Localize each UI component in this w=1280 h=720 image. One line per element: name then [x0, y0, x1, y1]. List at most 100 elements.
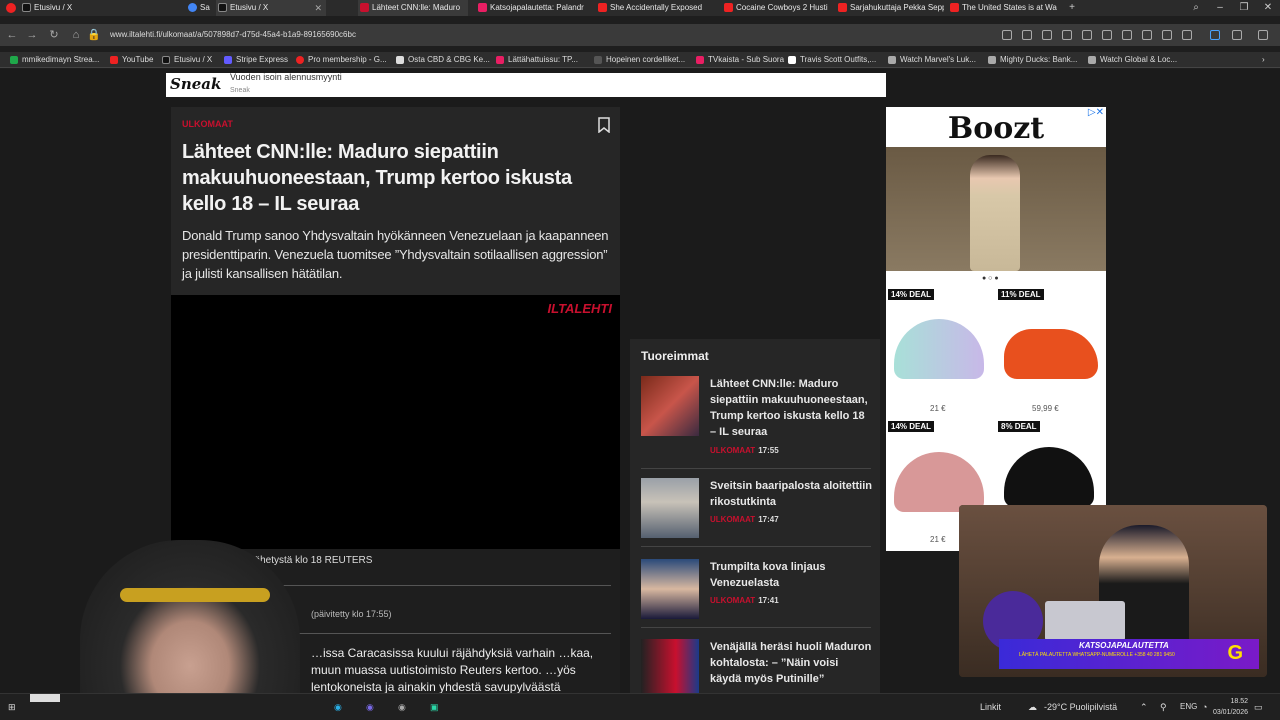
bookmark-3[interactable]: Stripe Express	[224, 52, 288, 68]
close-tab-icon[interactable]: ✕	[314, 0, 322, 16]
top-banner-ad[interactable]: Sneak Vuoden isoin alennusmyynti Sneak	[166, 73, 886, 97]
latest-item[interactable]: Venäjällä heräsi huoli Maduron kohtalost…	[641, 639, 871, 693]
bookmark-12[interactable]: Watch Global & Loc...	[1088, 52, 1177, 68]
minimize-icon[interactable]: –	[1208, 0, 1232, 16]
bookmark-0[interactable]: mmikedimayn Strea...	[10, 52, 99, 68]
search-bar[interactable]	[30, 694, 60, 702]
bookmark-label: Pro membership - G...	[308, 55, 387, 64]
weather-icon[interactable]: ☁	[1028, 700, 1037, 714]
bookmark-icon[interactable]	[598, 117, 610, 133]
pink-cap-product-image[interactable]	[894, 452, 984, 512]
app-icon[interactable]: ◉	[398, 700, 406, 714]
bookmarks-overflow-icon[interactable]: ›	[1262, 52, 1265, 68]
latest-item[interactable]: Sveitsin baaripalosta aloitettiin rikost…	[641, 478, 872, 554]
notification-icon[interactable]: ▭	[1254, 700, 1263, 714]
extension-icon[interactable]	[1062, 30, 1072, 40]
forward-icon[interactable]: →	[24, 28, 40, 42]
bookmark-label: Mighty Ducks: Bank...	[1000, 55, 1078, 64]
video-player[interactable]: ILTALEHTI	[171, 295, 620, 549]
banner-sub: Sneak	[230, 87, 250, 94]
bookmark-8[interactable]: TVkaista - Sub Suora	[696, 52, 784, 68]
bookmark-9[interactable]: Travis Scott Outfits,...	[788, 52, 876, 68]
extension-icon[interactable]	[1002, 30, 1012, 40]
menu-icon[interactable]	[1162, 30, 1172, 40]
bookmark-11[interactable]: Mighty Ducks: Bank...	[988, 52, 1077, 68]
bookmark-icon	[496, 56, 504, 64]
wallet-icon[interactable]	[1182, 30, 1192, 40]
deal-badge: 14% DEAL	[888, 289, 935, 300]
tab-0[interactable]: Etusivu / X	[20, 0, 185, 16]
maximize-icon[interactable]: ❐	[1232, 0, 1256, 16]
bookmark-label: Lättähattuissu: TP...	[508, 55, 578, 64]
reload-icon[interactable]: ↻	[46, 28, 62, 42]
updated-time: (päivitetty klo 17:55)	[311, 609, 392, 619]
extension-icon[interactable]	[1022, 30, 1032, 40]
tab-8[interactable]: The United States is at Wa	[948, 0, 1058, 16]
tab-3[interactable]: Lähteet CNN:lle: Maduro	[358, 0, 468, 16]
new-tab-button[interactable]: +	[1060, 0, 1084, 16]
discord-icon[interactable]: ◉	[366, 700, 374, 714]
carousel-dots[interactable]: ● ○ ●	[982, 275, 999, 282]
settings-icon[interactable]	[1232, 30, 1242, 40]
thumbnail-image	[641, 559, 699, 619]
extension-icon[interactable]	[1042, 30, 1052, 40]
language-indicator[interactable]: ENG	[1180, 700, 1197, 714]
edge-icon[interactable]: ◉	[334, 700, 342, 714]
tab-title: The United States is at Wa	[962, 3, 1057, 12]
lock-icon[interactable]: 🔒	[86, 28, 102, 42]
latest-item-time: 17:55	[758, 446, 779, 455]
browser-logo-icon[interactable]	[6, 3, 16, 13]
tab-2[interactable]: Etusivu / X ✕	[216, 0, 326, 16]
latest-item-category: ULKOMAAT	[710, 596, 756, 605]
latest-item[interactable]: Trumpilta kova linjaus Venezuelasta ULKO…	[641, 559, 871, 635]
heart-icon[interactable]	[1122, 30, 1132, 40]
aria-icon[interactable]	[1210, 30, 1220, 40]
tab-4[interactable]: Katsojapalautetta: Palandr	[476, 0, 590, 16]
url-field[interactable]: www.iltalehti.fi/ulkomaat/a/507898d7-d75…	[110, 28, 356, 42]
tab-5[interactable]: She Accidentally Exposed	[596, 0, 714, 16]
bookmarks-bar: mmikedimayn Strea... YouTube Etusivu / X…	[0, 52, 1280, 68]
article-category[interactable]: ULKOMAAT	[182, 119, 233, 129]
ad-close-icon[interactable]: ▷✕	[1088, 107, 1104, 118]
tray-chevron-icon[interactable]: ⌃	[1140, 700, 1148, 714]
bookmark-4[interactable]: Pro membership - G...	[296, 52, 387, 68]
boozt-ad[interactable]: Boozt ▷✕ ● ○ ● 14% DEAL 11% DEAL 21 € 59…	[886, 107, 1106, 551]
bookmark-label: Watch Marvel's Luk...	[900, 55, 976, 64]
extension-icon[interactable]	[1082, 30, 1092, 40]
latest-item[interactable]: Lähteet CNN:lle: Maduro siepattiin makuu…	[641, 376, 871, 472]
black-cap-product-image[interactable]	[1004, 447, 1094, 507]
cap-product-image[interactable]	[894, 319, 984, 379]
start-icon[interactable]: ⊞	[8, 700, 16, 714]
bookmark-icon	[888, 56, 896, 64]
bookmark-1[interactable]: YouTube	[110, 52, 153, 68]
home-icon[interactable]: ⌂	[68, 28, 84, 42]
slipper-product-image[interactable]	[1004, 329, 1098, 379]
close-window-icon[interactable]: ✕	[1256, 0, 1280, 16]
play-icon[interactable]	[1102, 30, 1112, 40]
pin-icon	[296, 56, 304, 64]
bookmark-10[interactable]: Watch Marvel's Luk...	[888, 52, 976, 68]
tab-title: Etusivu / X	[230, 3, 269, 12]
links-toolbar[interactable]: Linkit	[980, 700, 1001, 714]
clock[interactable]: 18.52 03/01/2026	[1212, 696, 1248, 718]
app-icon[interactable]: ▣	[430, 700, 439, 714]
bookmark-5[interactable]: Osta CBD & CBG Ke...	[396, 52, 490, 68]
bookmark-icon	[696, 56, 704, 64]
sidebar-icon[interactable]	[1258, 30, 1268, 40]
thumbnail-image	[641, 376, 699, 436]
youtube-icon	[598, 3, 607, 12]
tab-6[interactable]: Cocaine Cowboys 2 Husti	[722, 0, 830, 16]
weather-text[interactable]: -29°C Puolipilvistä	[1044, 700, 1117, 714]
download-icon[interactable]	[1142, 30, 1152, 40]
wifi-icon[interactable]: ◔	[1202, 700, 1207, 714]
network-icon[interactable]: ⚲	[1160, 700, 1167, 714]
search-tabs-icon[interactable]: ⌕	[1184, 0, 1208, 16]
tab-7[interactable]: Sarjahukuttaja Pekka Sepp	[836, 0, 944, 16]
bookmark-2[interactable]: Etusivu / X	[162, 52, 212, 68]
tab-1[interactable]: Sa	[186, 0, 216, 16]
bookmark-7[interactable]: Hopeinen cordelliket...	[594, 52, 685, 68]
tvkaista-icon	[478, 3, 487, 12]
back-icon[interactable]: ←	[4, 28, 20, 42]
latest-item-meta: ULKOMAAT 17:47	[710, 515, 779, 524]
bookmark-6[interactable]: Lättähattuissu: TP...	[496, 52, 578, 68]
